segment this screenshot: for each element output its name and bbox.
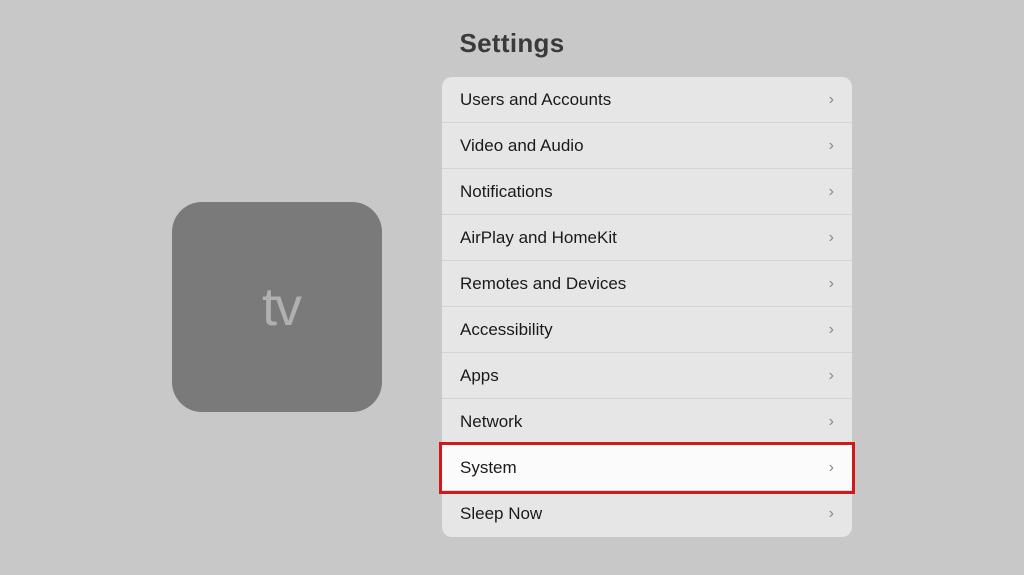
settings-menu: Users and Accounts›Video and Audio›Notif… — [442, 77, 852, 537]
menu-item-label-video-and-audio: Video and Audio — [460, 136, 584, 156]
chevron-right-icon: › — [829, 183, 834, 201]
menu-item-notifications[interactable]: Notifications › — [442, 169, 852, 215]
chevron-right-icon: › — [829, 321, 834, 339]
menu-item-label-network: Network — [460, 412, 522, 432]
menu-item-video-and-audio[interactable]: Video and Audio › — [442, 123, 852, 169]
menu-item-users-and-accounts[interactable]: Users and Accounts › — [442, 77, 852, 123]
menu-item-label-accessibility: Accessibility — [460, 320, 553, 340]
menu-item-label-users-and-accounts: Users and Accounts — [460, 90, 611, 110]
chevron-right-icon: › — [829, 275, 834, 293]
appletv-logo: tv — [254, 276, 300, 338]
chevron-right-icon: › — [829, 137, 834, 155]
menu-item-label-system: System — [460, 458, 517, 478]
menu-item-sleep-now[interactable]: Sleep Now › — [442, 491, 852, 537]
chevron-right-icon: › — [829, 413, 834, 431]
menu-item-airplay-and-homekit[interactable]: AirPlay and HomeKit › — [442, 215, 852, 261]
content-area: tv Users and Accounts›Video and Audio›No… — [0, 77, 1024, 537]
appletv-device: tv — [172, 202, 382, 412]
tv-text: tv — [262, 276, 300, 338]
chevron-right-icon: › — [829, 505, 834, 523]
chevron-right-icon: › — [829, 229, 834, 247]
menu-item-label-remotes-and-devices: Remotes and Devices — [460, 274, 626, 294]
chevron-right-icon: › — [829, 459, 834, 477]
chevron-right-icon: › — [829, 91, 834, 109]
page-title: Settings — [460, 28, 565, 59]
chevron-right-icon: › — [829, 367, 834, 385]
menu-item-label-airplay-and-homekit: AirPlay and HomeKit — [460, 228, 617, 248]
menu-item-label-apps: Apps — [460, 366, 499, 386]
menu-item-label-notifications: Notifications — [460, 182, 553, 202]
menu-item-accessibility[interactable]: Accessibility › — [442, 307, 852, 353]
menu-item-remotes-and-devices[interactable]: Remotes and Devices › — [442, 261, 852, 307]
menu-item-system[interactable]: System › — [442, 445, 852, 491]
menu-item-network[interactable]: Network › — [442, 399, 852, 445]
menu-item-label-sleep-now: Sleep Now — [460, 504, 542, 524]
menu-item-apps[interactable]: Apps › — [442, 353, 852, 399]
